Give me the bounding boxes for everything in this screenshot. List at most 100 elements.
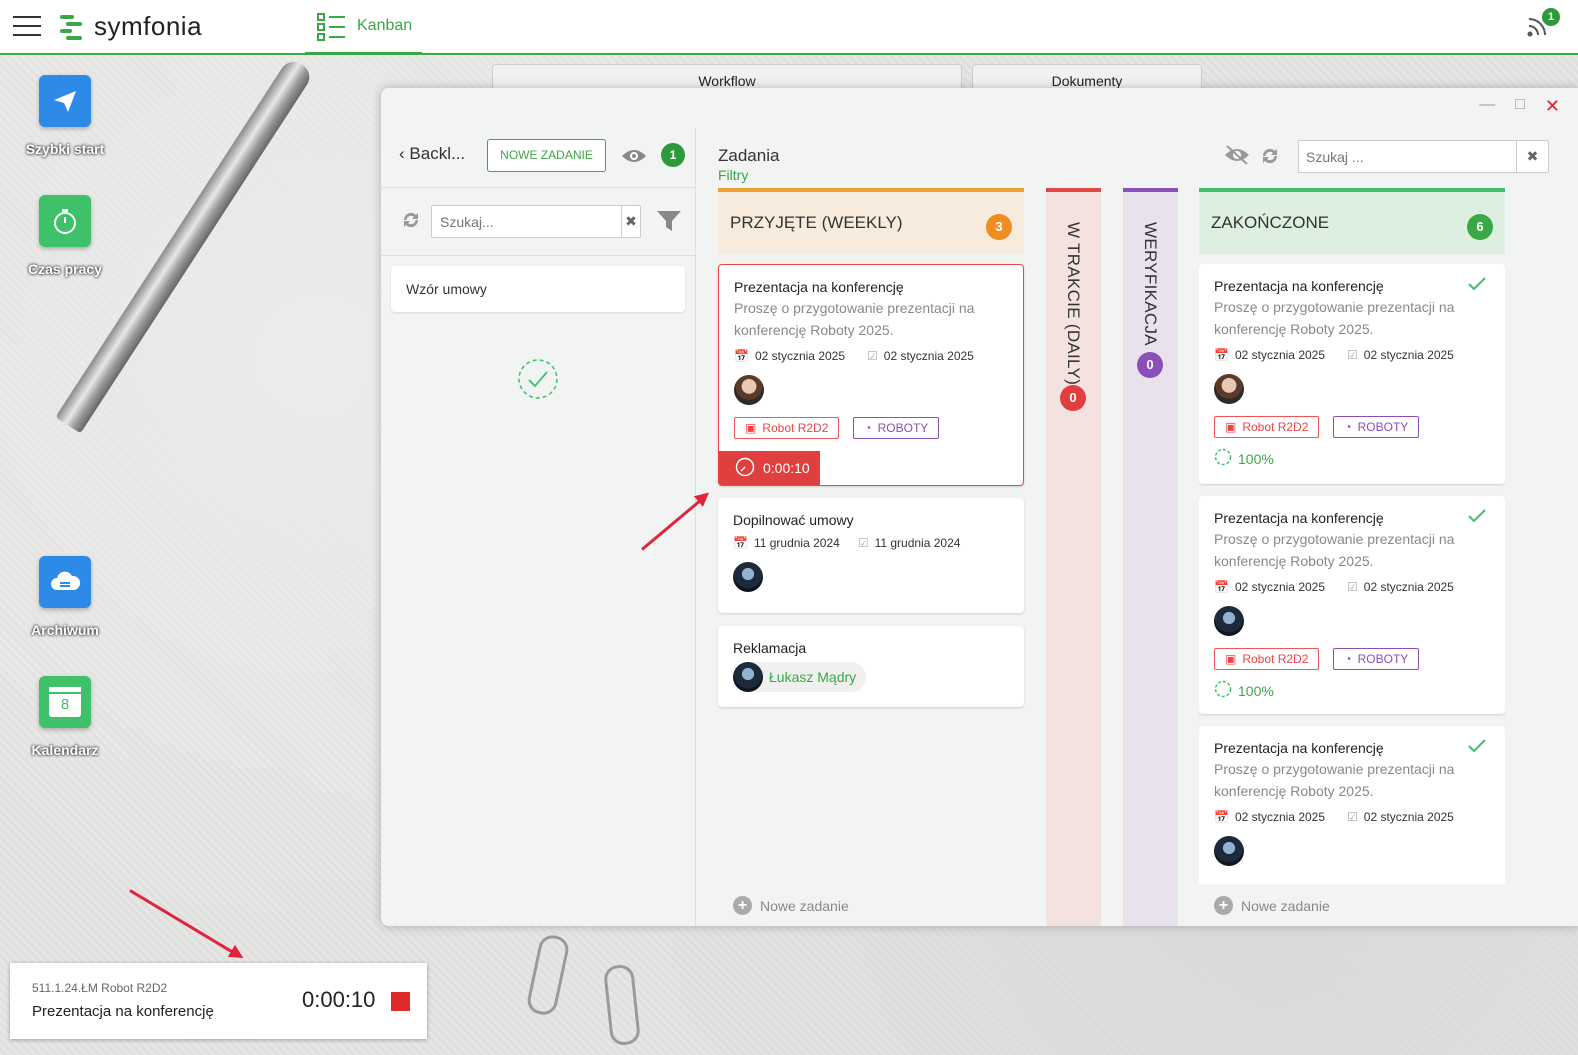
plus-icon: +	[733, 896, 752, 915]
desktop-icon-work-time[interactable]: Czas pracy	[10, 195, 120, 277]
top-bar: symfonia Kanban 1	[0, 0, 1578, 55]
filter-icon[interactable]	[656, 208, 682, 239]
task-card[interactable]: Prezentacja na konferencję Proszę o przy…	[1199, 496, 1505, 714]
task-card[interactable]: Prezentacja na konferencję Proszę o przy…	[718, 264, 1024, 486]
backlog-search-input[interactable]	[432, 206, 621, 237]
backlog-panel: ‹ Backl... NOWE ZADANIE 1 ✖ Wzór umowy	[381, 128, 696, 926]
avatar[interactable]	[1214, 606, 1244, 636]
column-header-done[interactable]: ZAKOŃCZONE 6	[1199, 188, 1505, 254]
app-logo[interactable]: symfonia	[58, 11, 202, 42]
calendar-day: 8	[60, 696, 70, 713]
start-date: 📅 11 grudnia 2024	[733, 536, 840, 550]
task-title: Dopilnować umowy	[733, 512, 854, 528]
minimize-icon[interactable]: —	[1479, 96, 1495, 117]
assignee-name: Łukasz Mądry	[769, 669, 857, 685]
desktop-icon-label: Szybki start	[25, 141, 105, 157]
refresh-icon[interactable]	[1259, 145, 1281, 172]
backlog-count-badge: 1	[661, 143, 685, 167]
check-icon	[1467, 738, 1487, 759]
backlog-item[interactable]: Wzór umowy	[391, 266, 685, 312]
new-task-label: Nowe zadanie	[760, 897, 849, 914]
tab-kanban[interactable]: Kanban	[305, 0, 422, 55]
refresh-icon[interactable]	[400, 209, 422, 236]
calendar-check-icon: ☑	[1347, 810, 1358, 824]
avatar[interactable]	[1214, 836, 1244, 866]
task-card[interactable]: Prezentacja na konferencję Proszę o przy…	[1199, 726, 1505, 884]
end-date: ☑ 02 stycznia 2025	[867, 349, 974, 363]
board-title: Zadania	[718, 146, 780, 165]
tag-robot[interactable]: ▣ Robot R2D2	[734, 417, 840, 439]
board-search-input[interactable]	[1299, 141, 1516, 172]
maximize-icon[interactable]: □	[1515, 96, 1525, 117]
task-progress: 100%	[1214, 448, 1490, 469]
task-card[interactable]: Prezentacja na konferencję Proszę o przy…	[1199, 264, 1505, 484]
task-timer[interactable]: 0:00:10	[719, 451, 820, 485]
divider	[381, 255, 695, 256]
back-label: Backl...	[409, 144, 466, 163]
cloud-icon	[39, 556, 91, 608]
desktop-icon-quick-start[interactable]: Szybki start	[10, 75, 120, 157]
column-in-progress[interactable]: W TRAKCIE (DAILY) 0	[1046, 188, 1101, 926]
avatar[interactable]	[1214, 374, 1244, 404]
close-icon[interactable]: ✕	[1545, 96, 1560, 117]
task-tags: ▣ Robot R2D2 ◔ ROBOTY	[1214, 416, 1490, 438]
tag-roboty[interactable]: ◔ ROBOTY	[853, 417, 940, 439]
avatar	[733, 662, 763, 692]
desktop-icon-calendar[interactable]: 8 Kalendarz	[10, 676, 120, 758]
timer-task-code: 511.1.24.ŁM Robot R2D2	[32, 981, 168, 995]
logo-text: symfonia	[94, 11, 203, 41]
end-date: ☑ 02 stycznia 2025	[1347, 348, 1454, 362]
check-icon	[1467, 276, 1487, 297]
timer-icon	[735, 457, 755, 480]
task-title: Prezentacja na konferencję	[1214, 278, 1384, 294]
binoculars-icon: ◔	[864, 421, 872, 435]
column-count-badge: 6	[1467, 214, 1493, 240]
column-header-accepted[interactable]: PRZYJĘTE (WEEKLY) 3	[718, 188, 1024, 254]
assignee-chip[interactable]: Łukasz Mądry	[733, 662, 867, 692]
task-description: Proszę o przygotowanie prezentacji na ko…	[1214, 531, 1455, 569]
tag-roboty[interactable]: ◔ ROBOTY	[1333, 648, 1420, 670]
avatar[interactable]	[733, 562, 763, 592]
check-icon	[1467, 508, 1487, 529]
eye-icon[interactable]	[621, 148, 647, 169]
task-description: Proszę o przygotowanie prezentacji na ko…	[1214, 761, 1455, 799]
end-date: ☑ 11 grudnia 2024	[857, 536, 961, 550]
tag-robot[interactable]: ▣ Robot R2D2	[1214, 648, 1320, 670]
desktop-icon-archive[interactable]: Archiwum	[10, 556, 120, 638]
end-date: ☑ 02 stycznia 2025	[1347, 810, 1454, 824]
new-task-label: Nowe zadanie	[1241, 897, 1330, 914]
task-card[interactable]: Dopilnować umowy 📅 11 grudnia 2024 ☑ 11 gr…	[718, 498, 1024, 613]
stopwatch-icon	[39, 195, 91, 247]
tag-roboty[interactable]: ◔ ROBOTY	[1333, 416, 1420, 438]
calendar-icon: 📅	[734, 349, 749, 363]
chevron-left-icon: ‹	[399, 144, 405, 163]
eye-off-icon[interactable]	[1224, 145, 1250, 170]
new-task-button[interactable]: NOWE ZADANIE	[487, 139, 606, 172]
task-card[interactable]: Reklamacja Łukasz Mądry	[718, 626, 1024, 707]
menu-icon[interactable]	[13, 16, 41, 38]
clear-search-icon[interactable]: ✖	[621, 206, 640, 237]
new-task-link[interactable]: + Nowe zadanie	[733, 896, 849, 915]
avatar[interactable]	[734, 375, 764, 405]
column-count-badge: 0	[1060, 385, 1086, 411]
task-title: Prezentacja na konferencję	[734, 279, 904, 295]
progress-ring-icon	[1214, 680, 1232, 701]
divider	[381, 187, 695, 188]
notification-badge: 1	[1542, 8, 1560, 26]
back-button[interactable]: ‹ Backl...	[399, 144, 465, 164]
done-card-list: Prezentacja na konferencję Proszę o przy…	[1199, 264, 1505, 884]
filters-link[interactable]: Filtry	[718, 167, 748, 183]
calendar-icon: 📅	[1214, 348, 1229, 362]
column-title: W TRAKCIE (DAILY)	[1064, 222, 1083, 386]
clear-search-icon[interactable]: ✖	[1516, 141, 1548, 172]
new-task-link[interactable]: + Nowe zadanie	[1214, 896, 1330, 915]
notifications-icon[interactable]: 1	[1526, 8, 1560, 42]
column-verification[interactable]: WERYFIKACJA 0	[1123, 188, 1178, 926]
briefcase-icon: ▣	[1225, 420, 1237, 434]
task-description: Proszę o przygotowanie prezentacji na ko…	[1214, 299, 1455, 337]
stop-timer-button[interactable]	[391, 992, 410, 1011]
tag-robot[interactable]: ▣ Robot R2D2	[1214, 416, 1320, 438]
timer-elapsed: 0:00:10	[302, 987, 376, 1012]
calendar-icon: 📅	[1214, 810, 1229, 824]
calendar-icon: 📅	[733, 536, 748, 550]
